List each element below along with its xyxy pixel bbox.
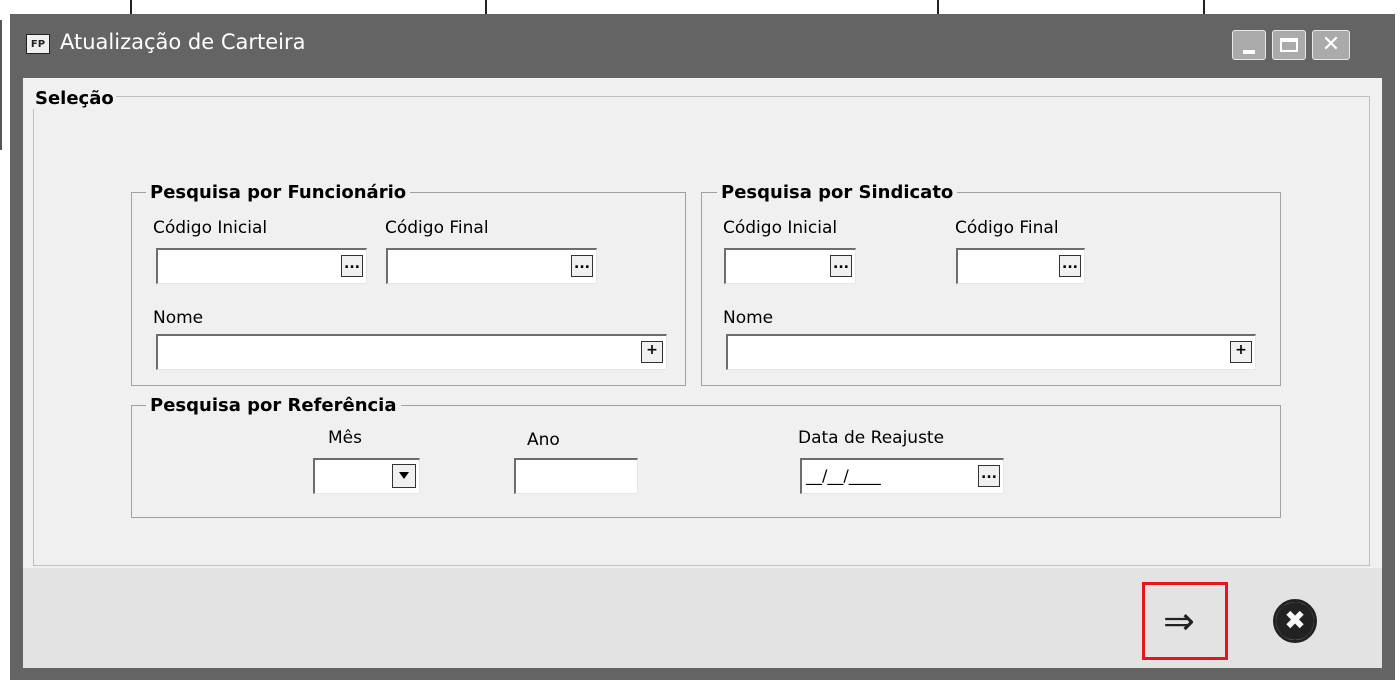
dialog-body: Seleção Pesquisa por Funcionário Código … xyxy=(23,78,1382,668)
funcionario-nome-input[interactable] xyxy=(158,336,666,369)
close-circle-icon: ✖ xyxy=(1276,602,1314,640)
ano-field[interactable] xyxy=(514,458,638,494)
funcionario-codigo-final-input[interactable] xyxy=(388,250,596,283)
maximize-button[interactable] xyxy=(1272,30,1306,60)
minimize-icon xyxy=(1243,50,1255,54)
close-icon: ✕ xyxy=(1321,32,1341,57)
funcionario-codigo-final-lookup-button[interactable]: ... xyxy=(571,255,593,277)
sindicato-codigo-inicial-lookup-button[interactable]: ... xyxy=(830,255,852,277)
mes-dropdown-button[interactable] xyxy=(392,464,416,488)
next-button[interactable]: ⇒ xyxy=(1142,582,1228,660)
background-divider xyxy=(1203,0,1205,14)
data-reajuste-label: Data de Reajuste xyxy=(798,428,945,448)
maximize-icon xyxy=(1280,38,1298,52)
sindicato-legend: Pesquisa por Sindicato xyxy=(717,182,958,203)
background-divider xyxy=(0,20,2,150)
referencia-group xyxy=(131,405,1281,518)
sindicato-codigo-inicial-label: Código Inicial xyxy=(723,218,838,238)
data-reajuste-mask: __/__/____ xyxy=(806,466,881,485)
funcionario-codigo-inicial-lookup-button[interactable]: ... xyxy=(341,255,363,277)
minimize-button[interactable] xyxy=(1232,30,1266,60)
funcionario-nome-field[interactable]: + xyxy=(156,334,667,370)
app-icon: FP xyxy=(26,34,50,54)
funcionario-codigo-final-field[interactable]: ... xyxy=(386,248,597,284)
referencia-legend: Pesquisa por Referência xyxy=(146,395,401,416)
funcionario-nome-add-button[interactable]: + xyxy=(641,341,663,363)
ano-input[interactable] xyxy=(516,460,637,493)
background-divider xyxy=(485,0,487,14)
cancel-button[interactable]: ✖ xyxy=(1273,599,1317,643)
close-window-button[interactable]: ✕ xyxy=(1312,30,1350,60)
dialog-window: FP Atualização de Carteira ✕ Seleção Pes… xyxy=(10,14,1395,680)
background-divider xyxy=(937,0,939,14)
window-title: Atualização de Carteira xyxy=(60,30,306,54)
sindicato-nome-field[interactable]: + xyxy=(726,334,1256,370)
data-reajuste-picker-button[interactable]: ... xyxy=(978,465,1000,487)
sindicato-codigo-inicial-field[interactable]: ... xyxy=(724,248,856,284)
sindicato-nome-input[interactable] xyxy=(728,336,1255,369)
funcionario-codigo-final-label: Código Final xyxy=(385,218,489,238)
funcionario-codigo-inicial-input[interactable] xyxy=(158,250,366,283)
background-divider xyxy=(130,0,132,14)
sindicato-codigo-final-field[interactable]: ... xyxy=(956,248,1085,284)
sindicato-nome-add-button[interactable]: + xyxy=(1230,341,1252,363)
chevron-down-icon xyxy=(399,471,409,479)
ano-label: Ano xyxy=(527,430,560,450)
funcionario-codigo-inicial-field[interactable]: ... xyxy=(156,248,367,284)
funcionario-nome-label: Nome xyxy=(153,308,204,328)
funcionario-codigo-inicial-label: Código Inicial xyxy=(153,218,268,238)
sindicato-nome-label: Nome xyxy=(723,308,774,328)
title-bar[interactable]: FP Atualização de Carteira ✕ xyxy=(10,14,1395,78)
background-strip xyxy=(0,0,1400,14)
mes-select[interactable] xyxy=(313,458,420,494)
sindicato-codigo-final-lookup-button[interactable]: ... xyxy=(1059,255,1081,277)
funcionario-legend: Pesquisa por Funcionário xyxy=(146,182,411,203)
sindicato-codigo-final-label: Código Final xyxy=(955,218,1059,238)
selecao-legend: Seleção xyxy=(33,88,116,109)
data-reajuste-field[interactable]: __/__/____ ... xyxy=(800,458,1004,494)
arrow-right-icon: ⇒ xyxy=(1163,599,1195,643)
mes-label: Mês xyxy=(328,428,362,448)
